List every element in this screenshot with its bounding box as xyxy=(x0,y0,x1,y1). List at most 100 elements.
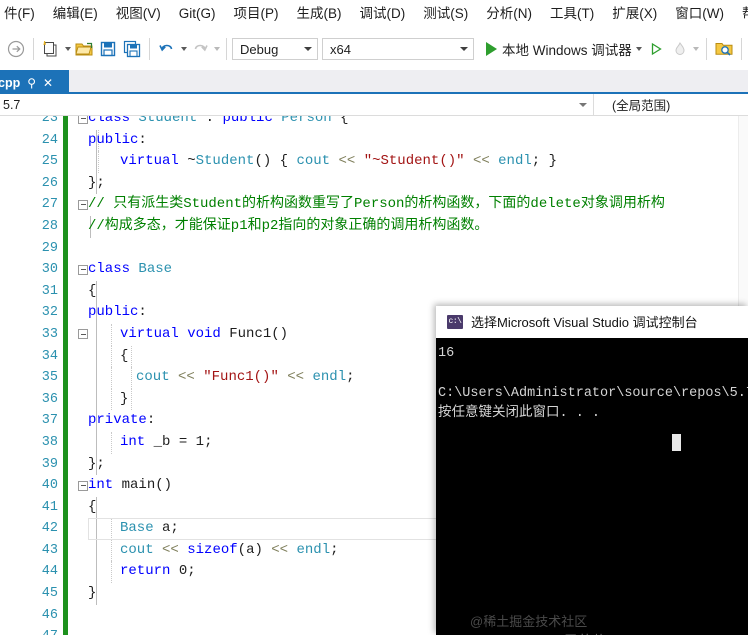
indent-guide xyxy=(111,539,112,562)
code-text: cout << "Func1()" << endl; xyxy=(136,369,355,386)
code-text: int _b = 1; xyxy=(120,433,213,450)
start-debugging-button[interactable]: 本地 Windows 调试器 xyxy=(483,37,635,61)
code-line[interactable]: 24 public: xyxy=(0,129,748,152)
code-line[interactable]: 25 virtual ~Student() { cout << "~Student… xyxy=(0,151,748,173)
toolbar-separator xyxy=(33,38,34,60)
code-line[interactable]: 30 class Base xyxy=(0,259,748,281)
save-icon[interactable] xyxy=(96,37,120,61)
fold-toggle-icon[interactable] xyxy=(78,264,88,275)
back-arrow-icon[interactable] xyxy=(4,37,28,61)
fold-toggle-icon[interactable] xyxy=(78,116,88,124)
menu-item-view[interactable]: 视图(V) xyxy=(107,2,170,26)
menu-item-git[interactable]: Git(G) xyxy=(170,2,225,26)
line-number: 23 xyxy=(41,116,58,126)
hot-reload-icon[interactable] xyxy=(668,37,692,61)
solution-configuration-value: Debug xyxy=(240,41,279,57)
find-in-files-icon[interactable] xyxy=(712,37,736,61)
indent-guide xyxy=(111,323,112,346)
indent-guide xyxy=(111,367,112,389)
code-text: { xyxy=(88,282,97,299)
line-number: 37 xyxy=(41,413,58,429)
code-line[interactable]: 31 { xyxy=(0,280,748,303)
hot-reload-dropdown-icon[interactable] xyxy=(692,37,701,61)
code-text: public: xyxy=(88,131,147,148)
code-text: }; xyxy=(88,455,105,472)
fold-toggle-icon[interactable] xyxy=(78,480,88,491)
code-text: virtual ~Student() { cout << "~Student()… xyxy=(120,153,557,170)
document-tab-strip: cpp ⚲ ✕ xyxy=(0,70,748,94)
new-item-icon[interactable] xyxy=(39,37,63,61)
code-text: cout << sizeof(a) << endl; xyxy=(120,541,339,558)
menu-item-edit[interactable]: 编辑(E) xyxy=(44,2,107,26)
chevron-down-icon xyxy=(304,47,312,51)
fold-toggle-icon[interactable] xyxy=(78,199,88,210)
line-number: 40 xyxy=(41,478,58,494)
debug-console-window[interactable]: c:\ 选择Microsoft Visual Studio 调试控制台 16 C… xyxy=(436,306,748,635)
code-line[interactable]: 28 //构成多态，才能保证p1和p2指向的对象正确的调用析构函数。 xyxy=(0,215,748,238)
tab-label: cpp xyxy=(0,76,21,90)
console-output[interactable]: 16 C:\Users\Administrator\source\repos\5… xyxy=(436,338,748,635)
menu-item-project[interactable]: 项目(P) xyxy=(225,2,288,26)
code-line[interactable]: 23 class Student : public Person { xyxy=(0,116,748,130)
code-line[interactable]: 26}; xyxy=(0,172,748,195)
menu-item-extensions[interactable]: 扩展(X) xyxy=(603,2,666,26)
redo-icon[interactable] xyxy=(188,37,212,61)
solution-configuration-dropdown[interactable]: Debug xyxy=(232,38,318,60)
solution-platform-value: x64 xyxy=(330,41,351,57)
line-number: 46 xyxy=(41,607,58,623)
code-line[interactable]: 29 xyxy=(0,238,748,260)
code-text: public: xyxy=(88,304,147,321)
console-app-icon: c:\ xyxy=(447,314,463,329)
indent-guide xyxy=(131,388,132,411)
play-icon xyxy=(486,42,497,56)
console-title-text: 选择Microsoft Visual Studio 调试控制台 xyxy=(471,315,698,330)
toolbar-separator-2 xyxy=(149,38,150,60)
open-folder-icon[interactable] xyxy=(72,37,96,61)
console-output-line-2: C:\Users\Administrator\source\repos\5.7 xyxy=(438,386,748,401)
pin-icon[interactable]: ⚲ xyxy=(27,77,36,89)
console-cursor xyxy=(672,434,681,451)
standard-toolbar: Debug x64 本地 Windows 调试器 xyxy=(0,28,748,70)
member-scope-dropdown[interactable]: (全局范围) xyxy=(594,94,748,115)
visual-studio-window: 件(F) 编辑(E) 视图(V) Git(G) 项目(P) 生成(B) 调试(D… xyxy=(0,0,748,635)
code-text: private: xyxy=(88,412,156,429)
chevron-down-icon xyxy=(460,47,468,51)
indent-guide xyxy=(111,561,112,584)
block-guide xyxy=(96,539,97,562)
menu-item-help[interactable]: 帮助(H) xyxy=(733,2,748,26)
play-outline-icon[interactable] xyxy=(644,37,668,61)
line-number: 41 xyxy=(41,499,58,515)
line-number: 42 xyxy=(41,521,58,537)
line-number: 36 xyxy=(41,391,58,407)
menu-item-window[interactable]: 窗口(W) xyxy=(666,2,733,26)
block-guide xyxy=(96,388,97,411)
block-guide xyxy=(96,367,97,389)
menu-item-analyze[interactable]: 分析(N) xyxy=(477,2,541,26)
line-number: 31 xyxy=(41,283,58,299)
redo-dropdown-icon[interactable] xyxy=(212,37,221,61)
line-number: 38 xyxy=(41,434,58,450)
save-all-icon[interactable] xyxy=(120,37,144,61)
menu-item-build[interactable]: 生成(B) xyxy=(288,2,351,26)
project-scope-dropdown[interactable]: 5.7 xyxy=(0,94,594,115)
console-title-bar[interactable]: c:\ 选择Microsoft Visual Studio 调试控制台 xyxy=(436,306,748,338)
block-guide xyxy=(96,345,97,368)
block-guide xyxy=(96,561,97,584)
menu-item-test[interactable]: 测试(S) xyxy=(414,2,477,26)
toolbar-separator-3 xyxy=(226,38,227,60)
close-icon[interactable]: ✕ xyxy=(43,77,53,89)
code-text: // 只有派生类Student的析构函数重写了Person的析构函数，下面的de… xyxy=(88,196,665,213)
tab-cpp-file[interactable]: cpp ⚲ ✕ xyxy=(0,70,69,94)
start-debugging-dropdown-icon[interactable] xyxy=(635,37,644,61)
code-line[interactable]: 27 // 只有派生类Student的析构函数重写了Person的析构函数，下面的… xyxy=(0,194,748,216)
fold-toggle-icon[interactable] xyxy=(78,329,88,340)
menu-item-debug[interactable]: 调试(D) xyxy=(351,2,415,26)
console-output-line-3: 按任意键关闭此窗口. . . xyxy=(438,406,601,421)
menu-item-file[interactable]: 件(F) xyxy=(0,2,44,26)
undo-icon[interactable] xyxy=(155,37,179,61)
new-item-dropdown-icon[interactable] xyxy=(63,37,72,61)
code-text: } xyxy=(88,585,97,602)
menu-item-tools[interactable]: 工具(T) xyxy=(541,2,603,26)
solution-platform-dropdown[interactable]: x64 xyxy=(322,38,474,60)
undo-dropdown-icon[interactable] xyxy=(179,37,188,61)
